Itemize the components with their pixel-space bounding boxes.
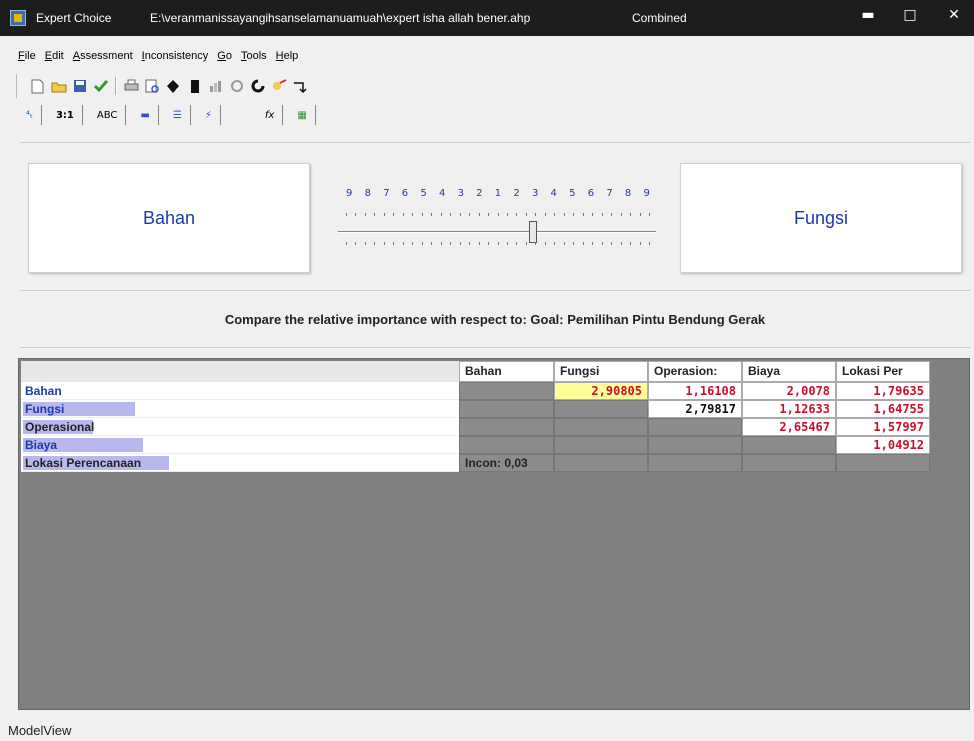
matrix-cell: [554, 418, 648, 436]
matrix-cell[interactable]: 1,79635: [836, 382, 930, 400]
maximize-button[interactable]: □: [890, 0, 930, 32]
column-header-operasional[interactable]: Operasion:: [648, 361, 742, 382]
tab-verbal[interactable]: ABC: [89, 105, 127, 125]
menu-assessment[interactable]: Assessment: [73, 50, 133, 66]
scale-numbers: 987 654 321 234 567 89: [346, 188, 650, 199]
lower-ticks: [346, 242, 650, 246]
column-header-lokasi[interactable]: Lokasi Per: [836, 361, 930, 382]
column-header-biaya[interactable]: Biaya: [742, 361, 836, 382]
row-label: Fungsi: [25, 402, 65, 416]
table-row[interactable]: Fungsi: [21, 400, 459, 418]
matrix-cell: [836, 454, 930, 472]
matrix-cell[interactable]: 2,65467: [742, 418, 836, 436]
row-label: Biaya: [25, 438, 58, 452]
matrix-cell: [554, 400, 648, 418]
matrix-cell: [648, 436, 742, 454]
tab-tree[interactable]: ⁴ₜ: [18, 105, 42, 125]
matrix-cell: [459, 436, 554, 454]
save-icon[interactable]: [71, 78, 88, 95]
menu-file[interactable]: File: [18, 50, 36, 66]
table-row[interactable]: Biaya: [21, 436, 459, 454]
table-row[interactable]: Operasional: [21, 418, 459, 436]
file-path: E:\veranmanissayangihsanselamanuamuah\ex…: [150, 11, 531, 25]
main-toolbar: [16, 74, 308, 98]
menu-inconsistency[interactable]: Inconsistency: [142, 50, 209, 66]
slider-track[interactable]: [338, 231, 656, 233]
status-text: ModelView: [8, 723, 72, 738]
matrix-cell[interactable]: 1,12633: [742, 400, 836, 418]
clip-icon[interactable]: [228, 78, 245, 95]
print-preview-icon[interactable]: [144, 78, 161, 95]
right-element-box[interactable]: Fungsi: [680, 163, 962, 273]
inconsistency-value: Incon: 0,03: [459, 454, 554, 472]
comparison-slider[interactable]: 987 654 321 234 567 89: [316, 143, 674, 283]
tab-graphical-1[interactable]: ▬: [132, 105, 159, 125]
column-header-fungsi[interactable]: Fungsi: [554, 361, 648, 382]
matrix-cell[interactable]: 1,16108: [648, 382, 742, 400]
menu-tools[interactable]: Tools: [241, 50, 267, 66]
matrix-cell: [459, 400, 554, 418]
matrix-cell[interactable]: 1,04912: [836, 436, 930, 454]
matrix-cell[interactable]: 2,0078: [742, 382, 836, 400]
tab-grid[interactable]: ▦: [289, 105, 316, 125]
tab-formula[interactable]: fx: [257, 105, 284, 125]
row-label: Lokasi Perencanaan: [25, 456, 142, 470]
matrix-cell: [554, 436, 648, 454]
matrix-cell: [459, 382, 554, 400]
menu-help[interactable]: Help: [276, 50, 299, 66]
wizard-icon[interactable]: [270, 78, 287, 95]
title-bar: Expert Choice E:\veranmanissayangihsanse…: [0, 0, 974, 36]
close-button[interactable]: ✕: [934, 0, 974, 32]
check-icon[interactable]: [92, 78, 109, 95]
menu-go[interactable]: Go: [217, 50, 232, 66]
comparison-pane: Bahan 987 654 321 234 567 89 Fungsi: [20, 142, 970, 282]
menu-edit[interactable]: Edit: [45, 50, 64, 66]
matrix-cell: [554, 454, 648, 472]
matrix-corner: [21, 361, 459, 382]
view-tabs: ⁴ₜ 3:1 ABC ▬ ☰ ⚡ fx ▦: [18, 104, 322, 126]
open-folder-icon[interactable]: [50, 78, 67, 95]
toolbar-separator: [115, 77, 117, 95]
minimize-button[interactable]: ▬: [848, 0, 888, 32]
black-box-icon[interactable]: [186, 78, 203, 95]
new-file-icon[interactable]: [29, 78, 46, 95]
matrix-cell[interactable]: 1,64755: [836, 400, 930, 418]
refresh-icon[interactable]: [249, 78, 266, 95]
slider-thumb[interactable]: [529, 221, 537, 243]
print-icon[interactable]: [123, 78, 140, 95]
matrix-cell: [742, 454, 836, 472]
matrix-cell[interactable]: 1,57997: [836, 418, 930, 436]
arrow-icon[interactable]: [291, 78, 308, 95]
table-row[interactable]: Bahan: [21, 382, 459, 400]
tab-questionnaire[interactable]: ⚡: [197, 105, 221, 125]
tab-numerical[interactable]: 3:1: [48, 105, 83, 125]
tab-graphical-2[interactable]: ☰: [165, 105, 191, 125]
app-name: Expert Choice: [36, 11, 112, 25]
comparison-matrix: Bahan Fungsi Operasion: Biaya Lokasi Per…: [18, 358, 970, 710]
matrix-cell: [648, 454, 742, 472]
chart-icon[interactable]: [207, 78, 224, 95]
row-label: Bahan: [25, 384, 62, 398]
instruction-text: Compare the relative importance with res…: [20, 290, 970, 348]
mode-label: Combined: [632, 11, 687, 25]
matrix-cell-selected[interactable]: 2,90805: [554, 382, 648, 400]
matrix-cell[interactable]: 2,79817: [648, 400, 742, 418]
matrix-cell: [648, 418, 742, 436]
matrix-cell: [742, 436, 836, 454]
left-element-box[interactable]: Bahan: [28, 163, 310, 273]
matrix-cell: [459, 418, 554, 436]
row-label: Operasional: [25, 420, 95, 434]
table-row[interactable]: Lokasi Perencanaan: [21, 454, 459, 472]
upper-ticks: [346, 213, 650, 217]
app-icon: [10, 10, 26, 26]
status-bar: ModelView: [0, 716, 974, 741]
tree-icon[interactable]: [165, 78, 182, 95]
column-header-bahan[interactable]: Bahan: [459, 361, 554, 382]
menu-bar: File Edit Assessment Inconsistency Go To…: [0, 36, 974, 74]
